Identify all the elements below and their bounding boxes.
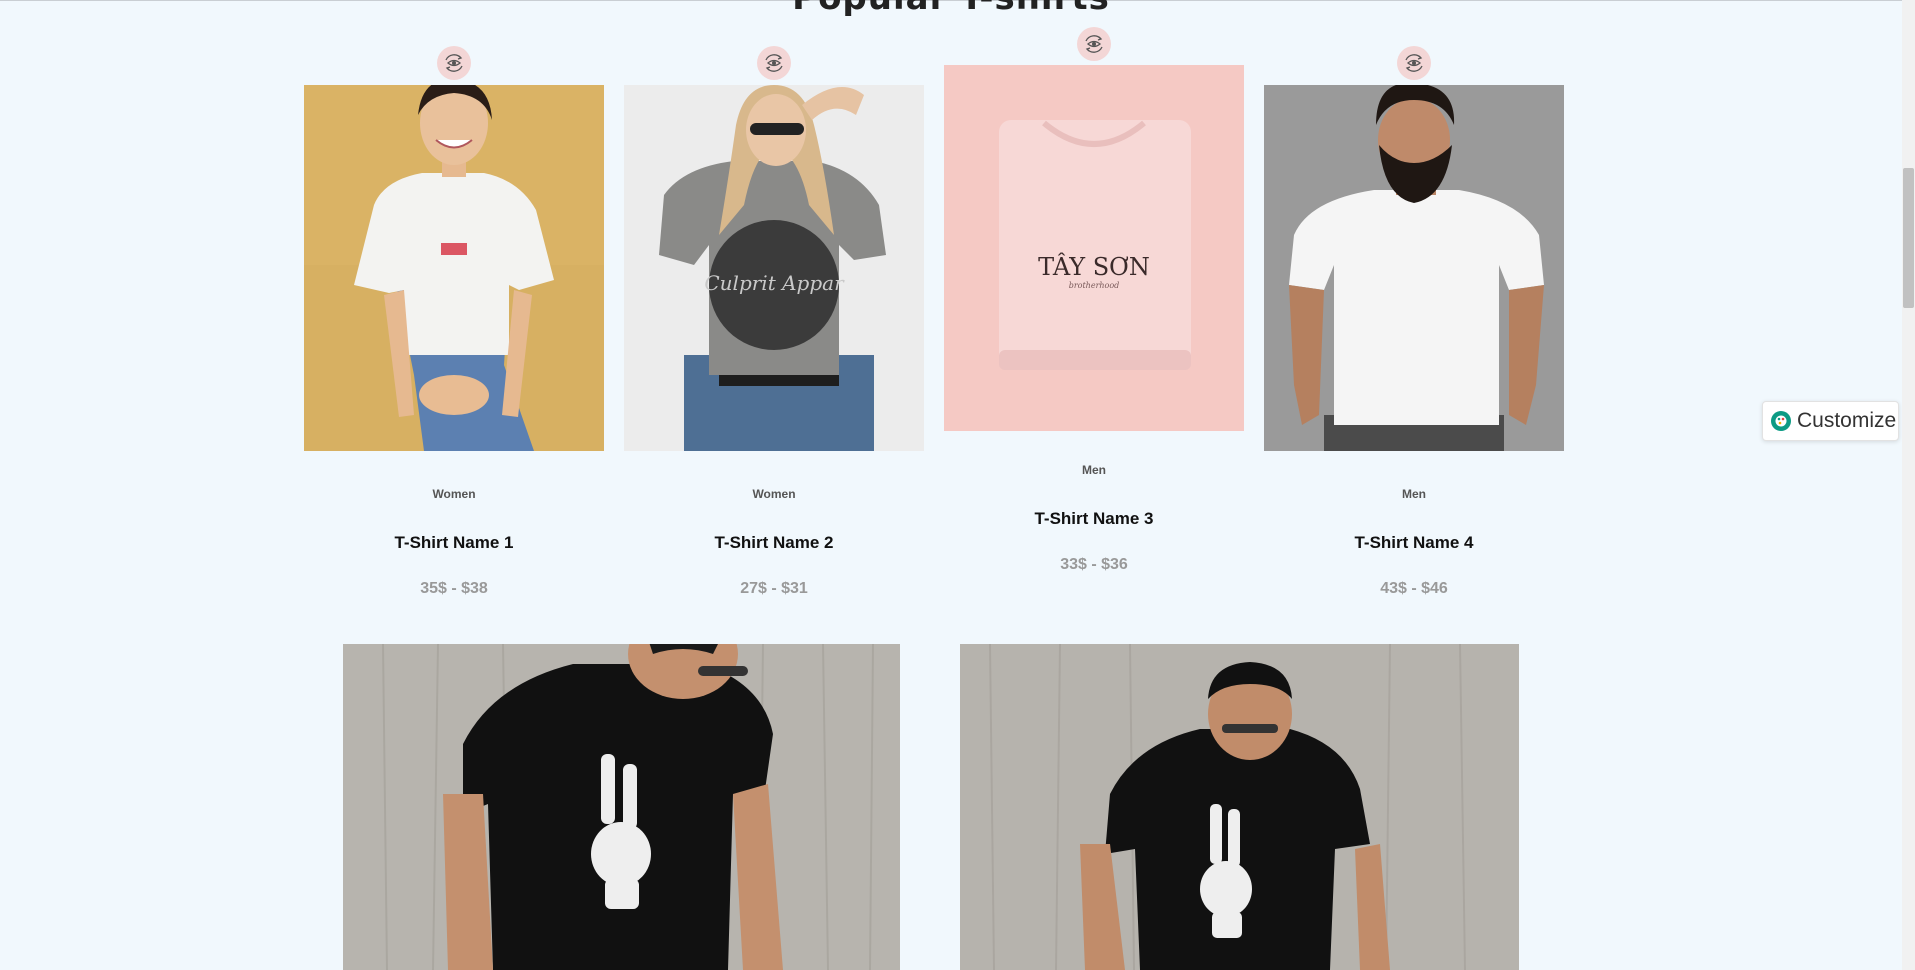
product-photo-2: Culprit Appar bbox=[624, 85, 924, 451]
product-image[interactable] bbox=[304, 85, 604, 451]
product-image[interactable] bbox=[1264, 85, 1564, 451]
product-price: 33$ - $36 bbox=[1060, 556, 1128, 573]
page: Popular T-shirts bbox=[0, 0, 1915, 970]
shirt-print-text: Culprit Appar bbox=[704, 271, 845, 295]
palette-icon bbox=[1771, 411, 1791, 431]
quickview-button[interactable] bbox=[1397, 46, 1431, 80]
quickview-button[interactable] bbox=[437, 46, 471, 80]
eye-rotate-icon bbox=[445, 54, 463, 72]
product-price: 43$ - $46 bbox=[1380, 580, 1448, 597]
product-image[interactable]: TÂY SƠN brotherhood bbox=[944, 65, 1244, 431]
shirt-brand-text: TÂY SƠN bbox=[1038, 252, 1150, 281]
product-name[interactable]: T-Shirt Name 1 bbox=[304, 533, 604, 553]
product-card-3[interactable]: TÂY SƠN brotherhood Men T-Shirt Name 3 3… bbox=[944, 0, 1244, 600]
eye-rotate-icon bbox=[1085, 35, 1103, 53]
product-name[interactable]: T-Shirt Name 2 bbox=[624, 533, 924, 553]
promo-banner-1[interactable] bbox=[343, 644, 900, 970]
product-price: 35$ - $38 bbox=[420, 580, 488, 597]
shirt-brand-subtext: brotherhood bbox=[1069, 281, 1120, 290]
promo-photo-1 bbox=[343, 644, 900, 970]
quickview-button[interactable] bbox=[1077, 27, 1111, 61]
product-name[interactable]: T-Shirt Name 3 bbox=[944, 509, 1244, 529]
product-category: Women bbox=[752, 487, 796, 501]
product-category: Men bbox=[1082, 463, 1106, 477]
product-card-2[interactable]: Culprit Appar Women T-Shirt Name 2 27$ -… bbox=[624, 0, 924, 620]
eye-rotate-icon bbox=[765, 54, 783, 72]
promo-banner-2[interactable] bbox=[960, 644, 1519, 970]
product-category: Women bbox=[432, 487, 476, 501]
customize-label: Customize bbox=[1797, 409, 1897, 432]
customize-button[interactable]: Customize bbox=[1762, 401, 1899, 441]
eye-rotate-icon bbox=[1405, 54, 1423, 72]
quickview-button[interactable] bbox=[757, 46, 791, 80]
scrollbar-track[interactable] bbox=[1902, 0, 1915, 970]
product-image[interactable]: Culprit Appar bbox=[624, 85, 924, 451]
product-photo-3: TÂY SƠN brotherhood bbox=[944, 65, 1244, 431]
product-photo-1 bbox=[304, 85, 604, 451]
scrollbar-thumb[interactable] bbox=[1903, 168, 1914, 308]
product-card-4[interactable]: Men T-Shirt Name 4 43$ - $46 bbox=[1264, 0, 1564, 620]
product-card-1[interactable]: Women T-Shirt Name 1 35$ - $38 bbox=[304, 0, 604, 620]
product-price: 27$ - $31 bbox=[740, 580, 808, 597]
product-category: Men bbox=[1402, 487, 1426, 501]
product-name[interactable]: T-Shirt Name 4 bbox=[1264, 533, 1564, 553]
product-photo-4 bbox=[1264, 85, 1564, 451]
promo-photo-2 bbox=[960, 644, 1519, 970]
